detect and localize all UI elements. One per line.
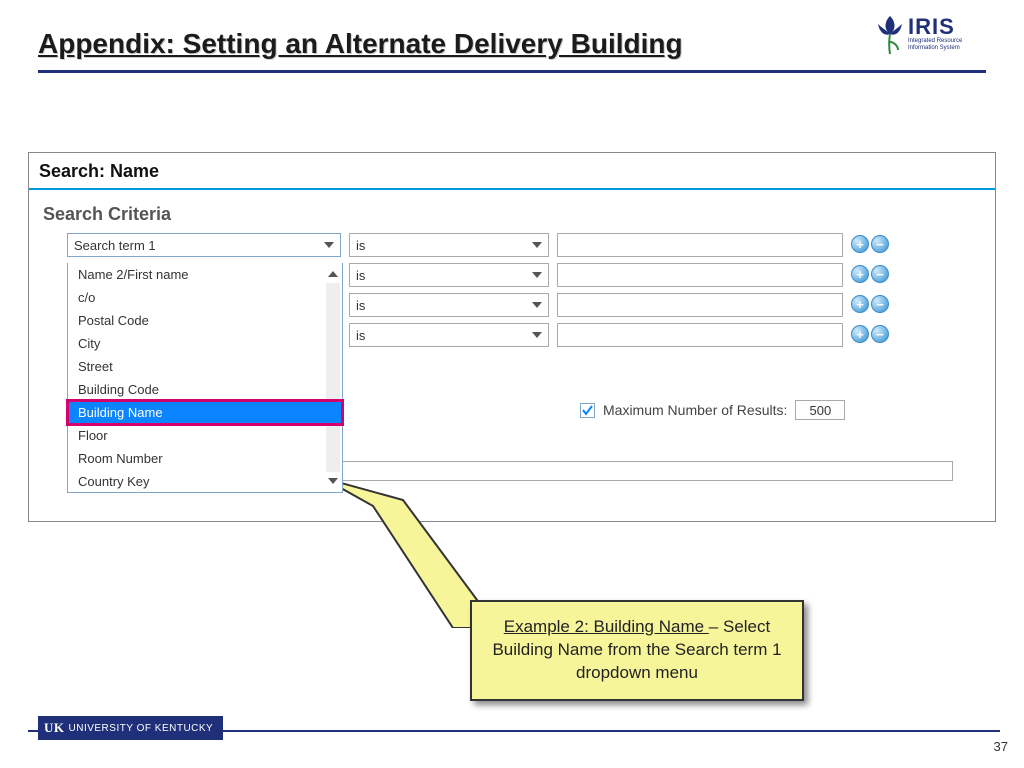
chevron-down-icon (530, 238, 544, 252)
search-criteria-title: Search Criteria (29, 190, 995, 233)
max-results-value: 500 (810, 403, 832, 418)
chevron-down-icon (530, 298, 544, 312)
iris-logo-sub1: Integrated Resource (908, 38, 962, 45)
max-results-label: Maximum Number of Results: (603, 402, 787, 418)
max-results-checkbox[interactable] (580, 403, 595, 418)
operator-select[interactable]: is (349, 263, 549, 287)
criteria-area: Search term 1 is + − is (29, 233, 995, 353)
add-row-button[interactable]: + (851, 235, 869, 253)
dropdown-option[interactable]: Street (68, 355, 342, 378)
page-title: Appendix: Setting an Alternate Delivery … (38, 28, 683, 60)
max-results-input[interactable]: 500 (795, 400, 845, 420)
value-input[interactable] (557, 263, 843, 287)
remove-row-button[interactable]: − (871, 325, 889, 343)
search-term-1-value: Search term 1 (74, 238, 156, 253)
iris-flower-icon (874, 14, 906, 54)
chevron-down-icon (530, 328, 544, 342)
dropdown-option[interactable]: Floor (68, 424, 342, 447)
operator-value: is (356, 238, 365, 253)
add-row-button[interactable]: + (851, 325, 869, 343)
value-input[interactable] (557, 233, 843, 257)
uk-initials: UK (44, 720, 65, 736)
chevron-up-icon[interactable] (326, 267, 340, 281)
operator-value: is (356, 268, 365, 283)
remove-row-button[interactable]: − (871, 295, 889, 313)
dropdown-option[interactable]: Room Number (68, 447, 342, 470)
search-term-1-select[interactable]: Search term 1 (67, 233, 341, 257)
dropdown-option[interactable]: Country Key (68, 470, 342, 493)
value-input[interactable] (557, 323, 843, 347)
bottom-text-input[interactable] (325, 461, 953, 481)
remove-row-button[interactable]: − (871, 265, 889, 283)
uk-university-text: UNIVERSITY OF KENTUCKY (69, 723, 214, 734)
page-number: 37 (994, 739, 1008, 754)
dropdown-option[interactable]: Name 2/First name (68, 263, 342, 286)
chevron-down-icon (530, 268, 544, 282)
scrollbar-track[interactable] (326, 283, 340, 472)
operator-select[interactable]: is (349, 233, 549, 257)
dropdown-option[interactable]: c/o (68, 286, 342, 309)
search-term-1-dropdown[interactable]: Name 2/First name c/o Postal Code City S… (67, 263, 343, 493)
dropdown-option[interactable]: Building Code (68, 378, 342, 401)
max-results-row: Maximum Number of Results: 500 (580, 400, 845, 420)
add-row-button[interactable]: + (851, 265, 869, 283)
criteria-row: Search term 1 is + − (43, 233, 995, 263)
instruction-callout: Example 2: Building Name – Select Buildi… (470, 600, 804, 701)
operator-select[interactable]: is (349, 323, 549, 347)
search-panel-header: Search: Name (29, 153, 995, 190)
remove-row-button[interactable]: − (871, 235, 889, 253)
chevron-down-icon (322, 238, 336, 252)
operator-select[interactable]: is (349, 293, 549, 317)
operator-value: is (356, 298, 365, 313)
uk-badge: UK UNIVERSITY OF KENTUCKY (38, 716, 223, 740)
iris-logo-sub2: Information System (908, 45, 962, 52)
add-row-button[interactable]: + (851, 295, 869, 313)
iris-logo-text: IRIS (908, 16, 962, 38)
callout-lead: Example 2: Building Name (504, 617, 709, 636)
value-input[interactable] (557, 293, 843, 317)
operator-value: is (356, 328, 365, 343)
title-underline (38, 70, 986, 73)
chevron-down-icon[interactable] (326, 474, 340, 488)
dropdown-option[interactable]: Postal Code (68, 309, 342, 332)
iris-logo: IRIS Integrated Resource Information Sys… (874, 8, 994, 60)
dropdown-option[interactable]: City (68, 332, 342, 355)
dropdown-option-building-name[interactable]: Building Name (68, 401, 342, 424)
